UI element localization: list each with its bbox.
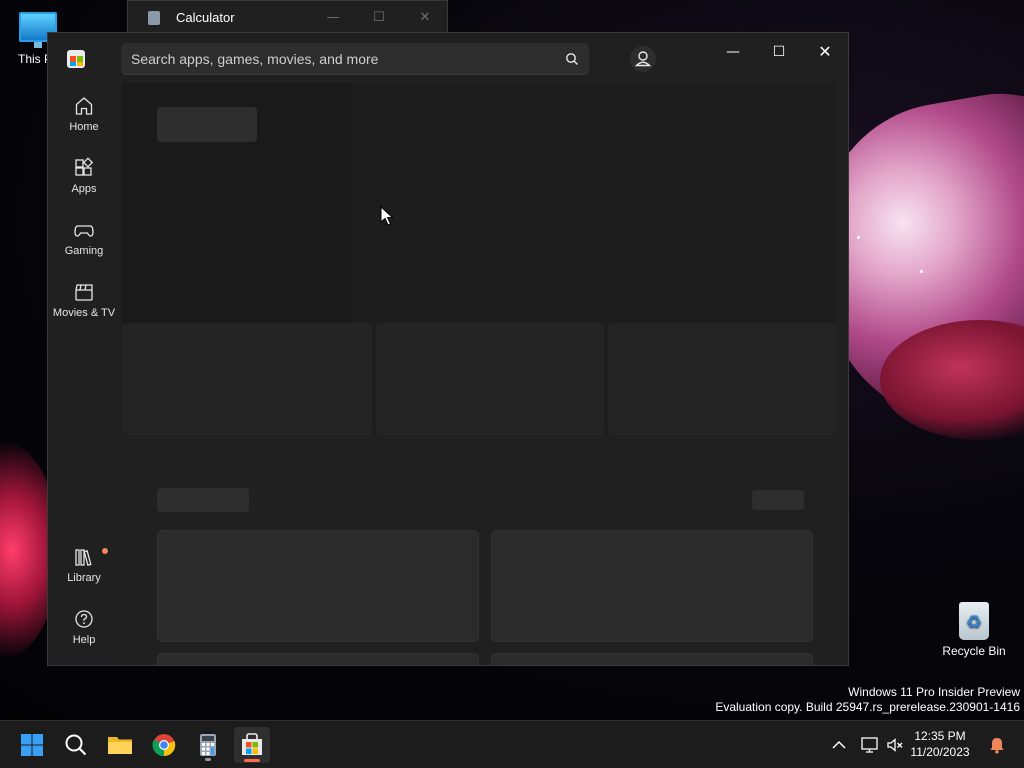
clock-time: 12:35 PM bbox=[914, 729, 966, 743]
chevron-up-icon bbox=[832, 740, 846, 749]
taskbar-search-button[interactable] bbox=[58, 727, 94, 763]
taskbar-microsoft-store[interactable] bbox=[234, 727, 270, 763]
nav-item-label: Apps bbox=[71, 183, 97, 195]
taskbar-file-explorer[interactable] bbox=[102, 727, 138, 763]
nav-item-label: Help bbox=[72, 634, 96, 646]
calculator-icon bbox=[148, 11, 160, 25]
notifications-button[interactable] bbox=[987, 735, 1007, 755]
nav-item-help[interactable]: Help bbox=[50, 602, 118, 658]
nav-item-label: Movies & TV bbox=[52, 307, 116, 319]
person-icon bbox=[634, 51, 652, 67]
clock-date: 11/20/2023 bbox=[910, 745, 970, 759]
speaker-muted-icon bbox=[887, 738, 903, 752]
active-indicator bbox=[244, 759, 260, 762]
nav-item-gaming[interactable]: Gaming bbox=[50, 213, 118, 269]
desktop-icon-recycle-bin[interactable]: ♻ Recycle Bin bbox=[936, 600, 1012, 658]
taskbar: 12:35 PM 11/20/2023 bbox=[0, 720, 1024, 768]
minimize-button[interactable]: — bbox=[710, 37, 756, 67]
nav-item-label: Library bbox=[67, 572, 101, 584]
taskbar-chrome[interactable] bbox=[146, 727, 182, 763]
store-logo-icon bbox=[67, 50, 85, 68]
network-icon bbox=[861, 737, 878, 753]
clapperboard-icon bbox=[75, 284, 93, 301]
wallpaper-sparkle bbox=[920, 270, 923, 273]
app-card-placeholder[interactable] bbox=[157, 530, 479, 642]
nav-item-label: Home bbox=[69, 121, 99, 133]
minimize-button[interactable]: — bbox=[318, 7, 348, 29]
window-title: Calculator bbox=[176, 10, 235, 25]
see-all-placeholder[interactable] bbox=[752, 490, 804, 510]
calculator-window[interactable]: Calculator — ☐ ✕ bbox=[127, 0, 448, 34]
chrome-icon bbox=[152, 734, 176, 757]
home-icon bbox=[75, 97, 93, 115]
library-icon bbox=[75, 549, 92, 566]
taskbar-calculator[interactable] bbox=[190, 727, 226, 763]
controller-icon bbox=[74, 225, 94, 237]
watermark-line: Windows 11 Pro Insider Preview bbox=[848, 685, 1020, 699]
maximize-button[interactable]: ☐ bbox=[364, 7, 394, 29]
app-card-placeholder[interactable] bbox=[491, 653, 813, 665]
taskbar-clock[interactable]: 12:35 PM 11/20/2023 bbox=[905, 728, 975, 760]
hero-title-placeholder bbox=[157, 107, 257, 142]
notification-badge bbox=[102, 548, 108, 554]
app-card-placeholder[interactable] bbox=[157, 653, 479, 665]
hero-card-placeholder[interactable] bbox=[122, 323, 372, 435]
search-icon bbox=[65, 734, 87, 756]
hero-panel-placeholder bbox=[616, 83, 836, 353]
hero-banner-placeholder bbox=[122, 83, 836, 435]
close-button[interactable]: ✕ bbox=[410, 7, 440, 29]
wallpaper-sparkle bbox=[857, 236, 860, 239]
search-icon[interactable] bbox=[565, 52, 579, 66]
close-button[interactable]: ✕ bbox=[802, 37, 848, 67]
show-hidden-icons-button[interactable] bbox=[829, 735, 849, 755]
hero-card-placeholder[interactable] bbox=[608, 323, 836, 435]
desktop-icon-label: Recycle Bin bbox=[942, 644, 1006, 658]
file-explorer-icon bbox=[108, 737, 132, 754]
content-area bbox=[122, 83, 836, 665]
microsoft-store-icon bbox=[242, 733, 262, 755]
running-indicator bbox=[205, 758, 211, 761]
maximize-button[interactable]: ☐ bbox=[756, 37, 802, 67]
watermark-line: Evaluation copy. Build 25947.rs_prerelea… bbox=[715, 700, 1020, 714]
recycle-bin-icon: ♻ bbox=[959, 602, 989, 640]
account-button[interactable] bbox=[630, 46, 656, 72]
nav-item-movies-tv[interactable]: Movies & TV bbox=[50, 275, 118, 331]
start-button[interactable] bbox=[14, 727, 50, 763]
start-icon bbox=[21, 734, 43, 756]
search-box[interactable] bbox=[121, 43, 589, 75]
nav-item-home[interactable]: Home bbox=[50, 89, 118, 145]
windows-watermark: Windows 11 Pro Insider Preview Evaluatio… bbox=[715, 685, 1020, 715]
app-card-placeholder[interactable] bbox=[491, 530, 813, 642]
nav-item-label: Gaming bbox=[64, 245, 104, 257]
search-input[interactable] bbox=[131, 43, 551, 75]
hero-card-placeholder[interactable] bbox=[376, 323, 604, 435]
apps-icon bbox=[75, 157, 94, 176]
microsoft-store-window: — ☐ ✕ Home Apps Gaming Movies & TV bbox=[47, 32, 849, 666]
nav-item-library[interactable]: Library bbox=[50, 540, 118, 596]
volume-button[interactable] bbox=[885, 735, 905, 755]
section-title-placeholder bbox=[157, 488, 249, 512]
network-status-button[interactable] bbox=[860, 735, 880, 755]
nav-item-apps[interactable]: Apps bbox=[50, 151, 118, 207]
bell-icon bbox=[990, 738, 1004, 754]
help-icon bbox=[75, 610, 93, 628]
mouse-cursor-icon bbox=[380, 206, 394, 226]
